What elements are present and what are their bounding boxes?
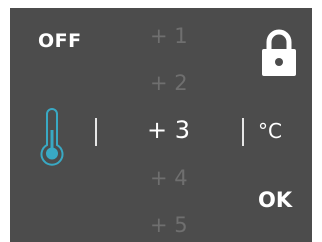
offset-option-plus-4[interactable]: + 4 [150,166,188,190]
offset-option-plus-2[interactable]: + 2 [150,71,188,95]
left-divider [95,118,97,146]
offset-option-plus-1[interactable]: + 1 [150,24,188,48]
lock-icon[interactable] [259,28,299,78]
thermometer-icon [40,108,64,166]
off-button[interactable]: OFF [38,30,82,52]
temperature-unit-label: °C [258,119,282,143]
control-panel: OFF + 1 + 2 + 3 + 4 + 5 °C OK [10,8,312,242]
temperature-offset-picker[interactable]: + 1 + 2 + 3 + 4 + 5 [120,8,220,242]
right-divider [242,118,244,146]
offset-option-plus-5[interactable]: + 5 [150,213,188,237]
offset-option-plus-3-selected[interactable]: + 3 [147,116,190,144]
ok-button[interactable]: OK [258,188,292,212]
